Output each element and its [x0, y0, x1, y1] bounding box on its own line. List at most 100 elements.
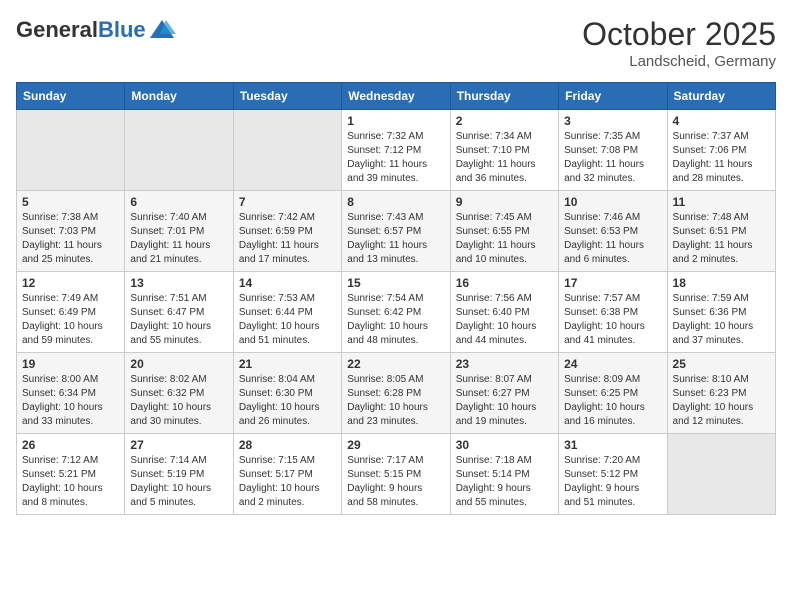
calendar-cell: 28Sunrise: 7:15 AMSunset: 5:17 PMDayligh… [233, 434, 341, 515]
day-number: 16 [456, 276, 553, 290]
calendar-cell: 14 Sunrise: 7:53 AMSunset: 6:44 PMDayligh… [233, 272, 341, 353]
day-number: 4 [673, 114, 770, 128]
weekday-header-saturday: Saturday [667, 83, 775, 110]
day-info: Sunrise: 7:38 AMSunset: 7:03 PMDaylight:… [22, 211, 119, 267]
calendar-cell: 24 Sunrise: 8:09 AMSunset: 6:25 PMDayligh… [559, 353, 667, 434]
day-info: Sunrise: 8:05 AMSunset: 6:28 PMDaylight:… [347, 373, 444, 429]
day-number: 31 [564, 438, 661, 452]
day-info: Sunrise: 7:48 AMSunset: 6:51 PMDaylight:… [673, 211, 770, 267]
day-number: 3 [564, 114, 661, 128]
calendar-cell: 5 Sunrise: 7:38 AMSunset: 7:03 PMDaylight… [17, 191, 125, 272]
calendar-cell: 17 Sunrise: 7:57 AMSunset: 6:38 PMDayligh… [559, 272, 667, 353]
day-info: Sunrise: 7:40 AMSunset: 7:01 PMDaylight:… [130, 211, 227, 267]
calendar-cell: 30Sunrise: 7:18 AMSunset: 5:14 PMDayligh… [450, 434, 558, 515]
day-number: 24 [564, 357, 661, 371]
calendar-cell [125, 110, 233, 191]
page-header: GeneralBlue October 2025 Landscheid, Ger… [16, 16, 776, 70]
weekday-header-monday: Monday [125, 83, 233, 110]
day-number: 21 [239, 357, 336, 371]
day-info: Sunrise: 7:51 AMSunset: 6:47 PMDaylight:… [130, 292, 227, 348]
day-info: Sunrise: 7:54 AMSunset: 6:42 PMDaylight:… [347, 292, 444, 348]
calendar-cell: 19Sunrise: 8:00 AMSunset: 6:34 PMDayligh… [17, 353, 125, 434]
day-info: Sunrise: 7:35 AMSunset: 7:08 PMDaylight:… [564, 130, 661, 186]
calendar-cell: 18 Sunrise: 7:59 AMSunset: 6:36 PMDayligh… [667, 272, 775, 353]
day-number: 29 [347, 438, 444, 452]
day-number: 5 [22, 195, 119, 209]
day-info: Sunrise: 7:15 AMSunset: 5:17 PMDaylight:… [239, 454, 336, 510]
calendar-cell: 13 Sunrise: 7:51 AMSunset: 6:47 PMDayligh… [125, 272, 233, 353]
day-info: Sunrise: 7:12 AMSunset: 5:21 PMDaylight:… [22, 454, 119, 510]
day-info: Sunrise: 8:10 AMSunset: 6:23 PMDaylight:… [673, 373, 770, 429]
day-number: 17 [564, 276, 661, 290]
day-info: Sunrise: 7:57 AMSunset: 6:38 PMDaylight:… [564, 292, 661, 348]
calendar-cell: 20 Sunrise: 8:02 AMSunset: 6:32 PMDayligh… [125, 353, 233, 434]
day-info: Sunrise: 8:02 AMSunset: 6:32 PMDaylight:… [130, 373, 227, 429]
day-number: 25 [673, 357, 770, 371]
weekday-header-sunday: Sunday [17, 83, 125, 110]
day-number: 18 [673, 276, 770, 290]
week-row-4: 19Sunrise: 8:00 AMSunset: 6:34 PMDayligh… [17, 353, 776, 434]
week-row-3: 12 Sunrise: 7:49 AMSunset: 6:49 PMDayligh… [17, 272, 776, 353]
day-info: Sunrise: 7:17 AMSunset: 5:15 PMDaylight:… [347, 454, 444, 510]
logo-general-text: General [16, 17, 98, 42]
day-number: 22 [347, 357, 444, 371]
week-row-2: 5 Sunrise: 7:38 AMSunset: 7:03 PMDaylight… [17, 191, 776, 272]
day-info: Sunrise: 7:53 AMSunset: 6:44 PMDaylight:… [239, 292, 336, 348]
calendar-cell: 25 Sunrise: 8:10 AMSunset: 6:23 PMDayligh… [667, 353, 775, 434]
calendar-cell: 4Sunrise: 7:37 AMSunset: 7:06 PMDaylight… [667, 110, 775, 191]
calendar-cell: 16 Sunrise: 7:56 AMSunset: 6:40 PMDayligh… [450, 272, 558, 353]
day-info: Sunrise: 7:20 AMSunset: 5:12 PMDaylight:… [564, 454, 661, 510]
day-info: Sunrise: 7:46 AMSunset: 6:53 PMDaylight:… [564, 211, 661, 267]
day-number: 26 [22, 438, 119, 452]
day-number: 23 [456, 357, 553, 371]
day-number: 15 [347, 276, 444, 290]
day-number: 27 [130, 438, 227, 452]
day-number: 10 [564, 195, 661, 209]
day-info: Sunrise: 7:42 AMSunset: 6:59 PMDaylight:… [239, 211, 336, 267]
calendar-cell [233, 110, 341, 191]
calendar-cell: 21Sunrise: 8:04 AMSunset: 6:30 PMDayligh… [233, 353, 341, 434]
weekday-header-tuesday: Tuesday [233, 83, 341, 110]
weekday-header-friday: Friday [559, 83, 667, 110]
calendar-cell [17, 110, 125, 191]
calendar-cell: 12 Sunrise: 7:49 AMSunset: 6:49 PMDayligh… [17, 272, 125, 353]
day-number: 1 [347, 114, 444, 128]
week-row-5: 26 Sunrise: 7:12 AMSunset: 5:21 PMDayligh… [17, 434, 776, 515]
day-number: 19 [22, 357, 119, 371]
day-number: 6 [130, 195, 227, 209]
day-info: Sunrise: 7:32 AMSunset: 7:12 PMDaylight:… [347, 130, 444, 186]
calendar-cell [667, 434, 775, 515]
day-info: Sunrise: 7:45 AMSunset: 6:55 PMDaylight:… [456, 211, 553, 267]
day-number: 2 [456, 114, 553, 128]
day-number: 14 [239, 276, 336, 290]
calendar-cell: 27Sunrise: 7:14 AMSunset: 5:19 PMDayligh… [125, 434, 233, 515]
calendar-cell: 31 Sunrise: 7:20 AMSunset: 5:12 PMDayligh… [559, 434, 667, 515]
day-info: Sunrise: 7:43 AMSunset: 6:57 PMDaylight:… [347, 211, 444, 267]
calendar-cell: 3 Sunrise: 7:35 AMSunset: 7:08 PMDaylight… [559, 110, 667, 191]
calendar-cell: 22 Sunrise: 8:05 AMSunset: 6:28 PMDayligh… [342, 353, 450, 434]
calendar-table: SundayMondayTuesdayWednesdayThursdayFrid… [16, 82, 776, 515]
day-number: 12 [22, 276, 119, 290]
day-number: 9 [456, 195, 553, 209]
weekday-header-wednesday: Wednesday [342, 83, 450, 110]
calendar-cell: 6 Sunrise: 7:40 AMSunset: 7:01 PMDaylight… [125, 191, 233, 272]
title-block: October 2025 Landscheid, Germany [582, 16, 776, 70]
day-info: Sunrise: 7:49 AMSunset: 6:49 PMDaylight:… [22, 292, 119, 348]
logo: GeneralBlue [16, 16, 176, 44]
day-number: 20 [130, 357, 227, 371]
calendar-cell: 10 Sunrise: 7:46 AMSunset: 6:53 PMDayligh… [559, 191, 667, 272]
calendar-cell: 8 Sunrise: 7:43 AMSunset: 6:57 PMDaylight… [342, 191, 450, 272]
calendar-cell: 23 Sunrise: 8:07 AMSunset: 6:27 PMDayligh… [450, 353, 558, 434]
calendar-cell: 2Sunrise: 7:34 AMSunset: 7:10 PMDaylight… [450, 110, 558, 191]
day-number: 13 [130, 276, 227, 290]
day-info: Sunrise: 7:59 AMSunset: 6:36 PMDaylight:… [673, 292, 770, 348]
day-number: 11 [673, 195, 770, 209]
day-number: 8 [347, 195, 444, 209]
day-info: Sunrise: 8:07 AMSunset: 6:27 PMDaylight:… [456, 373, 553, 429]
calendar-cell: 7Sunrise: 7:42 AMSunset: 6:59 PMDaylight… [233, 191, 341, 272]
calendar-cell: 26 Sunrise: 7:12 AMSunset: 5:21 PMDayligh… [17, 434, 125, 515]
day-info: Sunrise: 8:09 AMSunset: 6:25 PMDaylight:… [564, 373, 661, 429]
calendar-cell: 29 Sunrise: 7:17 AMSunset: 5:15 PMDayligh… [342, 434, 450, 515]
day-info: Sunrise: 7:56 AMSunset: 6:40 PMDaylight:… [456, 292, 553, 348]
weekday-header-row: SundayMondayTuesdayWednesdayThursdayFrid… [17, 83, 776, 110]
